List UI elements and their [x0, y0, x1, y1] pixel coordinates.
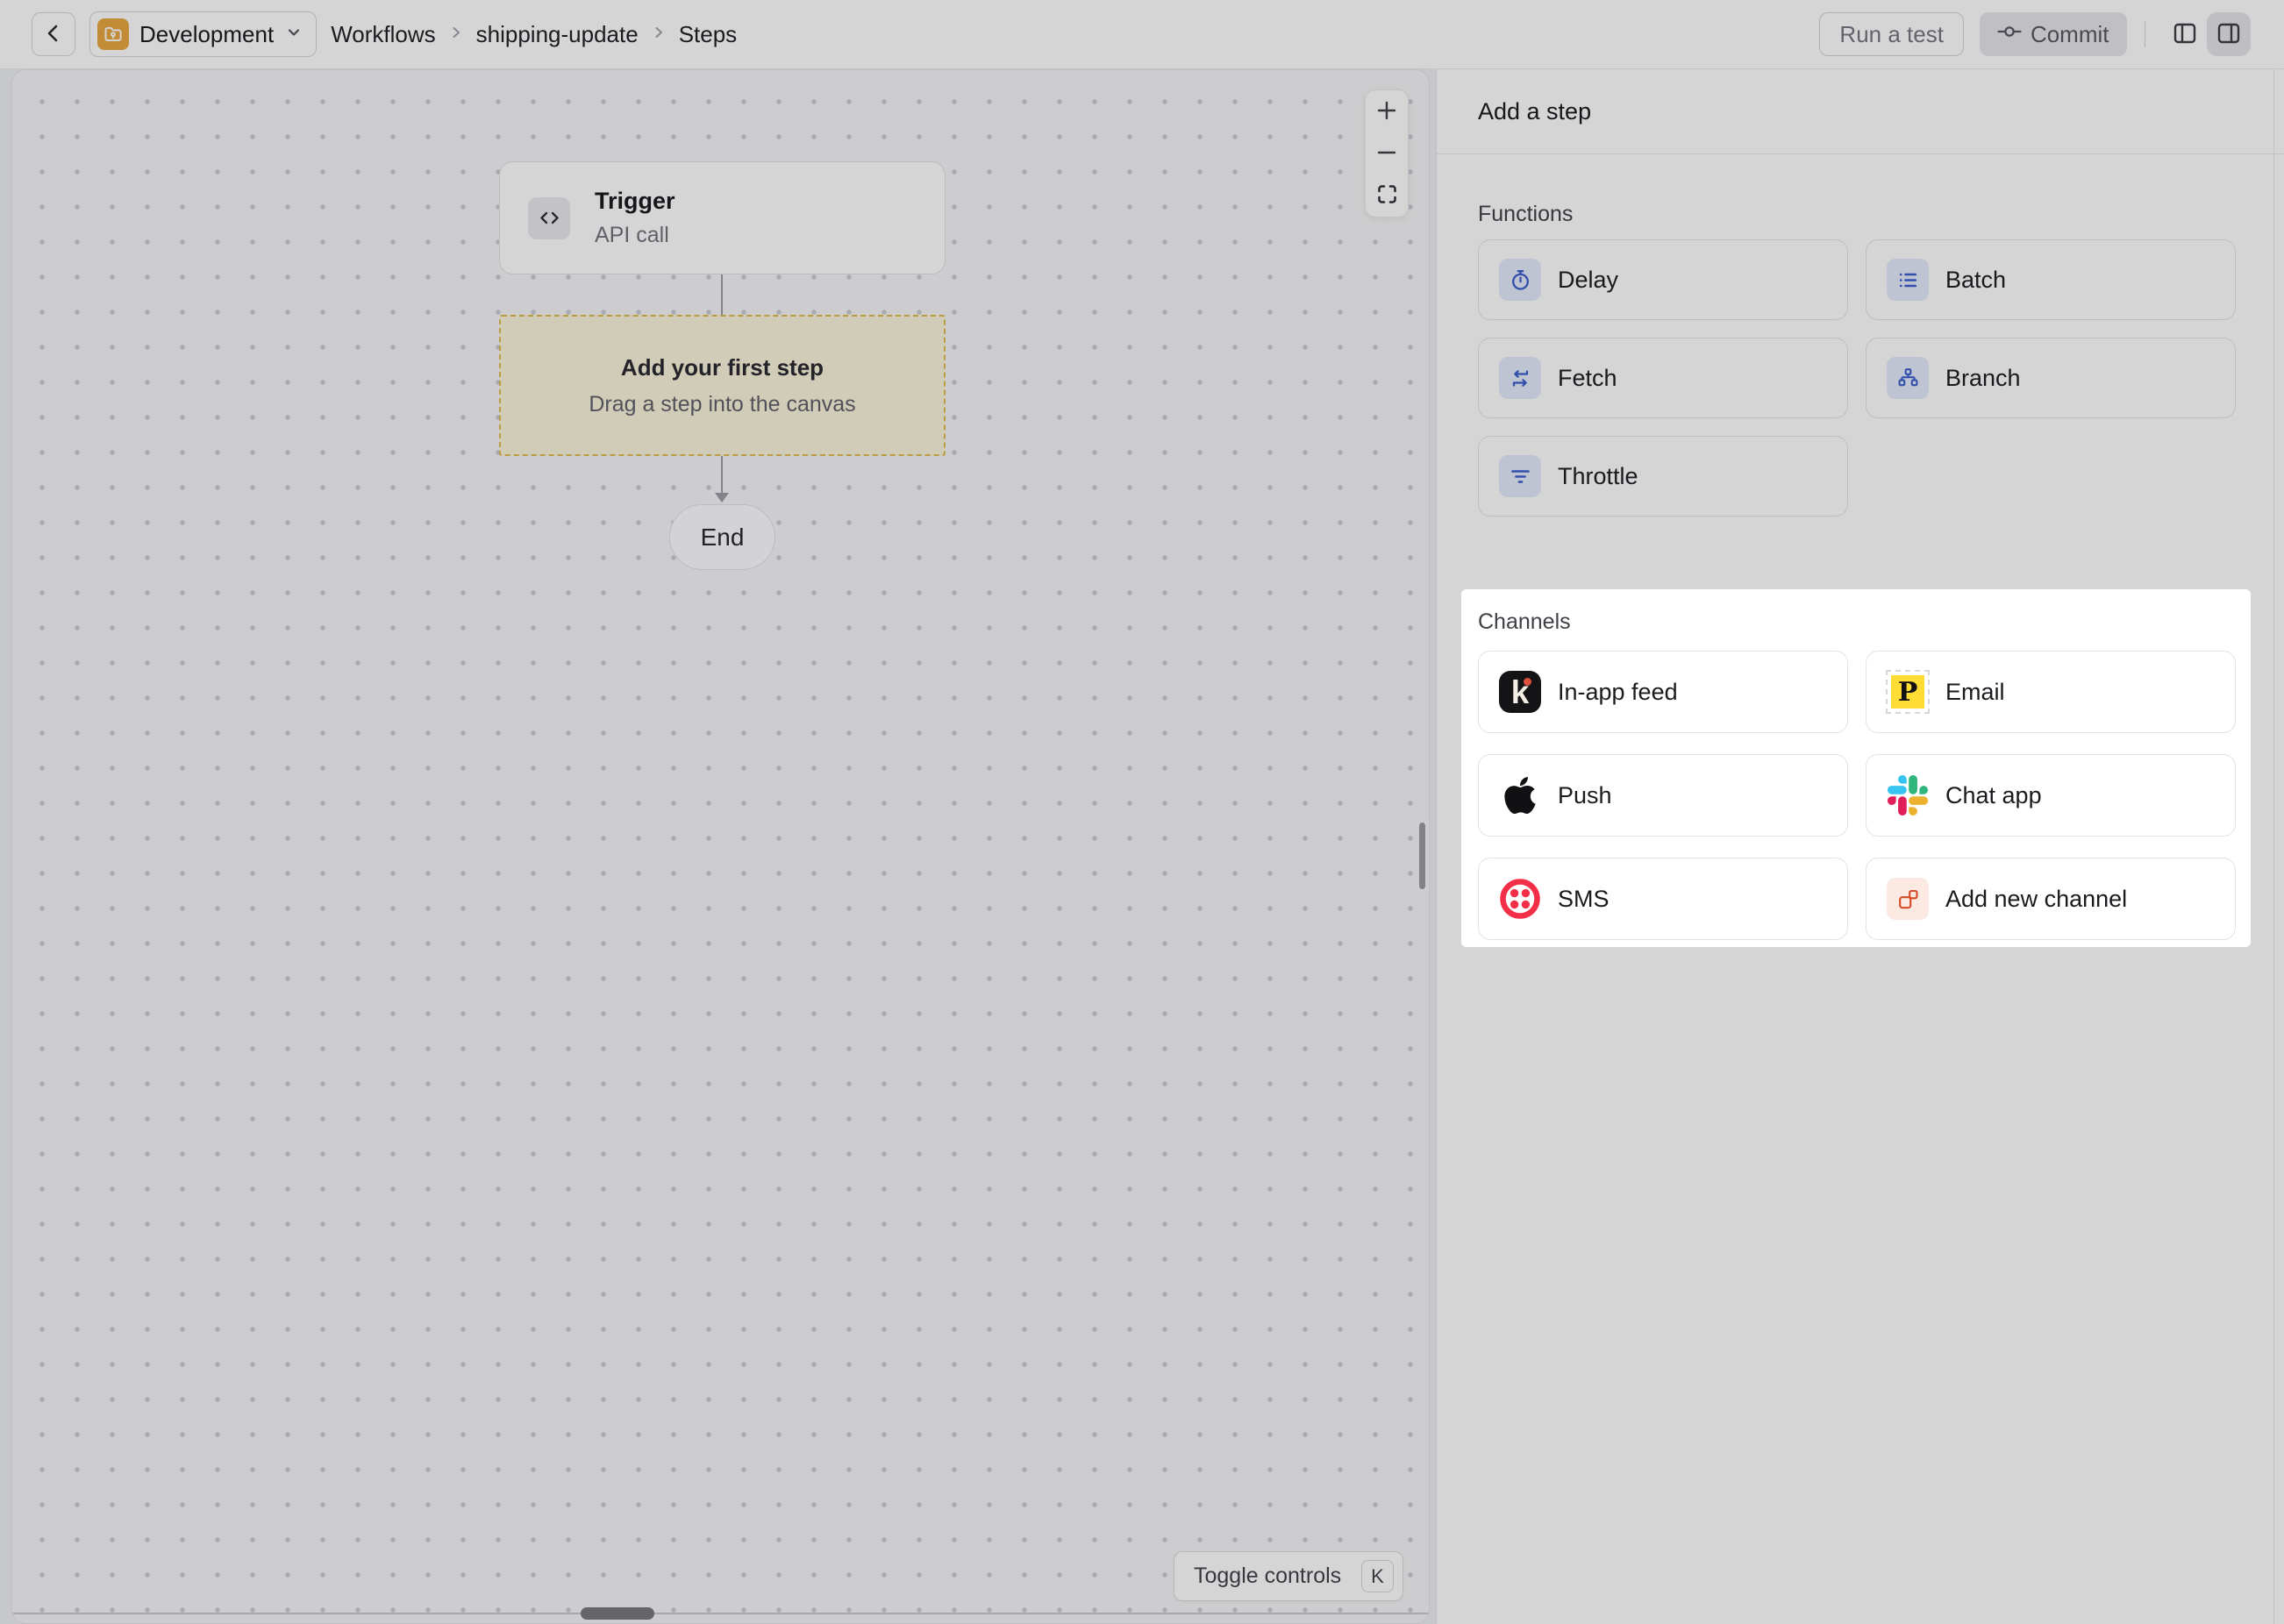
toggle-controls-button[interactable]: Toggle controls K [1174, 1551, 1403, 1601]
workflow-builder-app: Development Workflows shipping-update St… [0, 0, 2284, 1624]
panel-left-icon [2171, 19, 2199, 50]
breadcrumb-steps: Steps [679, 21, 738, 48]
channels-section-label: Channels [1478, 609, 1571, 635]
twilio-logo-icon [1498, 877, 1542, 921]
postmark-stamp-icon: P [1886, 670, 1930, 714]
toggle-right-panel-button[interactable] [2207, 12, 2251, 56]
zoom-controls [1365, 89, 1409, 217]
channel-card-label: SMS [1558, 886, 1610, 913]
topbar: Development Workflows shipping-update St… [0, 0, 2284, 69]
add-first-step-dropzone[interactable]: Add your first step Drag a step into the… [499, 315, 946, 456]
chevron-down-icon [284, 23, 303, 46]
functions-grid: Delay Batch Fetch Branch [1478, 239, 2236, 516]
end-node: End [669, 504, 775, 570]
channel-card-label: Add new channel [1945, 886, 2127, 913]
end-node-label: End [701, 524, 745, 552]
commit-label: Commit [2031, 21, 2109, 48]
trigger-node-subtitle: API call [595, 223, 675, 248]
slack-logo-icon [1886, 773, 1930, 817]
stopwatch-icon [1499, 259, 1541, 301]
chevron-right-icon [651, 25, 667, 45]
minus-icon [1375, 141, 1398, 167]
edge-arrowhead [715, 493, 729, 502]
panel-right-icon [2215, 19, 2243, 50]
add-channel-icon [1887, 878, 1929, 920]
chevron-left-icon [42, 22, 65, 47]
channel-card-label: Push [1558, 782, 1612, 809]
back-button[interactable] [32, 12, 75, 56]
apple-logo-icon [1498, 773, 1542, 817]
plus-icon [1375, 99, 1398, 125]
function-card-label: Batch [1945, 267, 2006, 294]
trigger-node[interactable]: Trigger API call [499, 161, 946, 274]
function-card-label: Throttle [1558, 463, 1638, 490]
channel-card-label: In-app feed [1558, 679, 1678, 706]
filter-lines-icon [1499, 455, 1541, 497]
commit-icon [1997, 19, 2022, 50]
channel-card-push[interactable]: Push [1478, 754, 1848, 837]
code-icon [528, 197, 570, 239]
edge-placeholder-to-end [721, 456, 723, 495]
commit-button[interactable]: Commit [1980, 12, 2127, 56]
channel-card-sms[interactable]: SMS [1478, 858, 1848, 940]
vertical-scrollbar-thumb[interactable] [1419, 823, 1425, 889]
sidebar-scrollbar-gutter [2273, 69, 2275, 1624]
breadcrumb-workflow-name[interactable]: shipping-update [476, 21, 639, 48]
environment-folder-icon [97, 18, 129, 50]
channel-card-label: Email [1945, 679, 2005, 706]
function-card-delay[interactable]: Delay [1478, 239, 1848, 320]
function-card-label: Fetch [1558, 365, 1617, 392]
sidebar-header: Add a step [1437, 69, 2284, 154]
breadcrumb-workflows[interactable]: Workflows [331, 21, 435, 48]
fit-view-icon [1376, 183, 1398, 208]
topbar-actions: Run a test Commit [1819, 12, 2251, 56]
workflow-canvas[interactable]: Trigger API call Add your first step Dra… [11, 69, 1430, 1624]
horizontal-scrollbar-track [12, 1613, 1429, 1614]
channel-card-chat-app[interactable]: Chat app [1866, 754, 2236, 837]
hierarchy-icon [1887, 357, 1929, 399]
function-card-label: Delay [1558, 267, 1618, 294]
functions-section-label: Functions [1478, 202, 1573, 227]
sidebar-title: Add a step [1478, 98, 1591, 125]
knock-logo-icon: k [1499, 671, 1541, 713]
dropzone-subtitle: Drag a step into the canvas [589, 392, 855, 417]
edge-trigger-to-placeholder [721, 274, 723, 315]
fit-view-button[interactable] [1366, 175, 1408, 216]
breadcrumb: Workflows shipping-update Steps [331, 21, 737, 48]
run-test-button[interactable]: Run a test [1819, 12, 1964, 56]
chevron-right-icon [448, 25, 464, 45]
trigger-node-text: Trigger API call [595, 188, 675, 248]
function-card-label: Branch [1945, 365, 2021, 392]
environment-selector[interactable]: Development [89, 11, 317, 57]
function-card-throttle[interactable]: Throttle [1478, 436, 1848, 516]
environment-label: Development [139, 21, 274, 48]
toggle-left-panel-button[interactable] [2163, 12, 2207, 56]
keyboard-shortcut-badge: K [1361, 1560, 1394, 1592]
run-test-label: Run a test [1839, 21, 1944, 48]
horizontal-scrollbar-thumb[interactable] [581, 1607, 654, 1620]
add-step-sidebar: Add a step Functions Delay Batch Fetch [1436, 69, 2284, 1624]
function-card-batch[interactable]: Batch [1866, 239, 2236, 320]
dropzone-title: Add your first step [621, 354, 824, 381]
channels-grid: k In-app feed P Email Push [1478, 651, 2236, 940]
function-card-fetch[interactable]: Fetch [1478, 338, 1848, 418]
trigger-node-title: Trigger [595, 188, 675, 215]
channel-card-email[interactable]: P Email [1866, 651, 2236, 733]
toggle-controls-label: Toggle controls [1194, 1563, 1341, 1589]
swap-arrows-icon [1499, 357, 1541, 399]
list-icon [1887, 259, 1929, 301]
function-card-branch[interactable]: Branch [1866, 338, 2236, 418]
zoom-out-button[interactable] [1366, 133, 1408, 174]
zoom-in-button[interactable] [1366, 91, 1408, 132]
channel-card-add-new[interactable]: Add new channel [1866, 858, 2236, 940]
topbar-divider [2145, 21, 2146, 47]
channel-card-label: Chat app [1945, 782, 2042, 809]
channel-card-in-app-feed[interactable]: k In-app feed [1478, 651, 1848, 733]
